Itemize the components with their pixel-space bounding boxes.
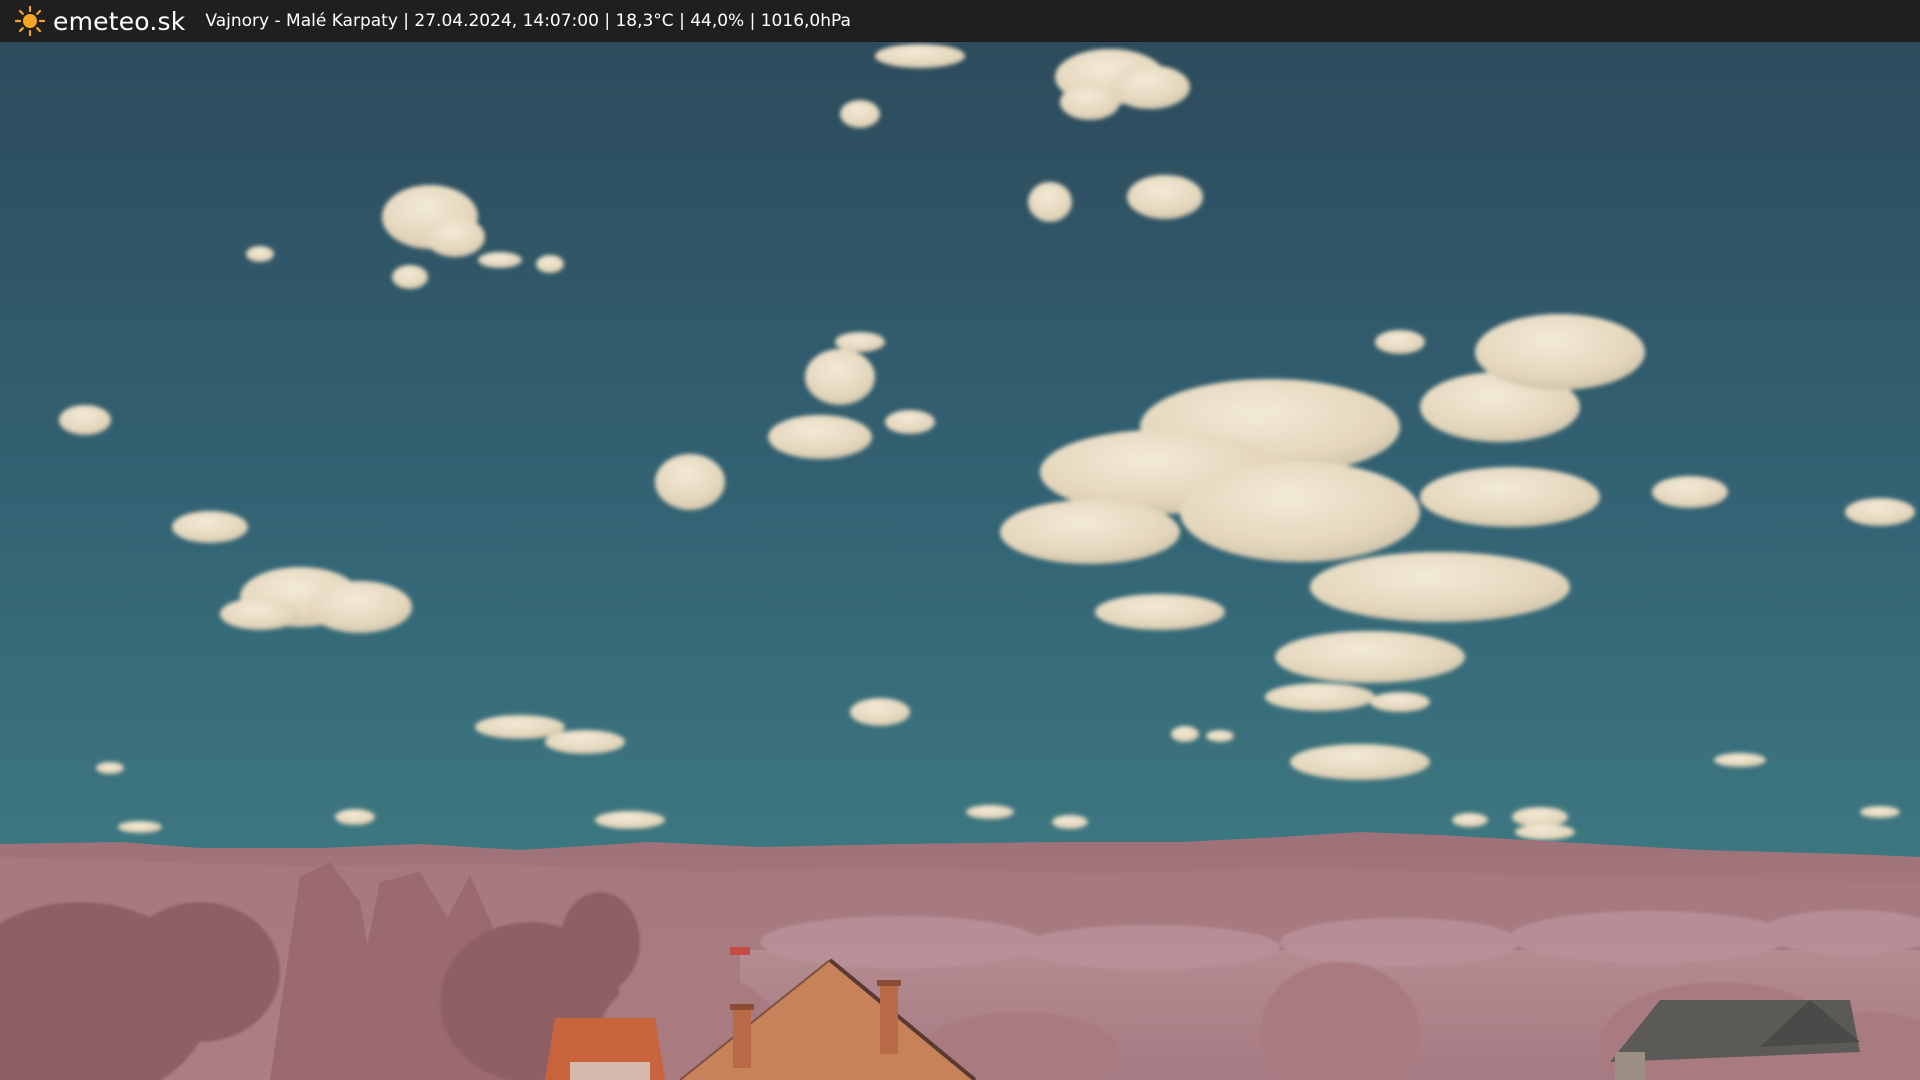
station-caption: Vajnory - Malé Karpaty | 27.04.2024, 14:… (205, 11, 851, 31)
brand-name[interactable]: emeteo.sk (53, 7, 185, 36)
house-left (545, 1018, 665, 1080)
top-banner: emeteo.sk Vajnory - Malé Karpaty | 27.04… (0, 0, 1920, 42)
webcam-image (0, 42, 1920, 1080)
sun-icon (15, 6, 45, 36)
webcam-frame: emeteo.sk Vajnory - Malé Karpaty | 27.04… (0, 0, 1920, 1080)
